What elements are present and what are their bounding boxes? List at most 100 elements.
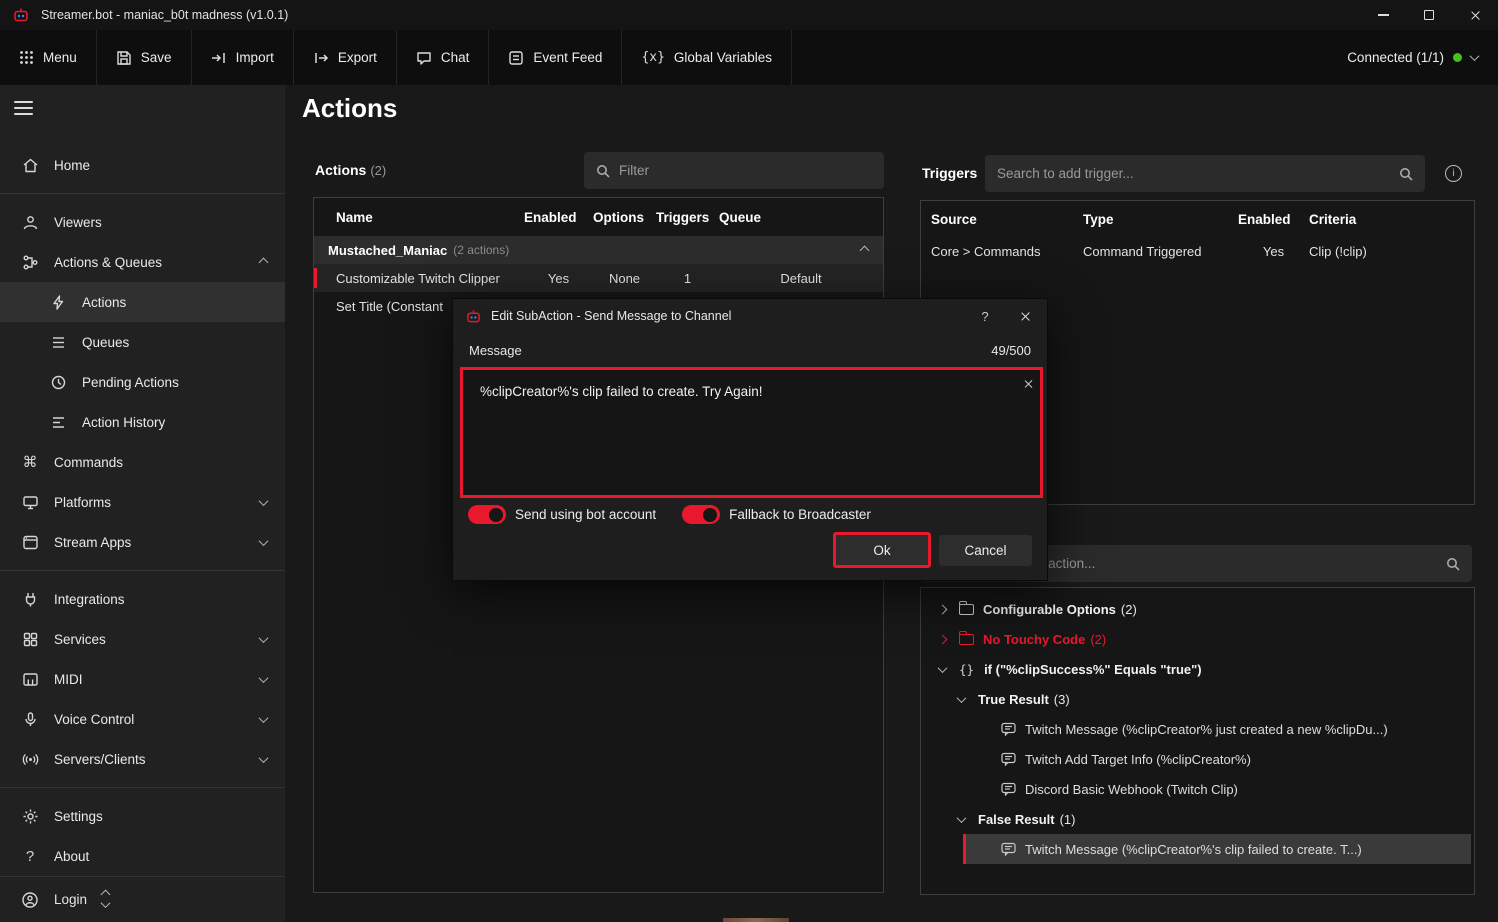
action-row[interactable]: Customizable Twitch Clipper Yes None 1 D…: [314, 264, 883, 292]
sidebar-item-actions[interactable]: Actions: [0, 282, 285, 322]
export-button[interactable]: Export: [294, 30, 397, 85]
trigger-source: Core > Commands: [931, 244, 1083, 259]
save-button[interactable]: Save: [97, 30, 192, 85]
tree-item-label: No Touchy Code: [983, 632, 1085, 647]
sidebar-item-label: Pending Actions: [82, 375, 267, 390]
close-icon: [1020, 311, 1031, 322]
send-bot-account-toggle[interactable]: [468, 505, 506, 524]
sidebar-item-viewers[interactable]: Viewers: [0, 202, 285, 242]
message-label: Message: [469, 343, 522, 358]
sidebar-item-settings[interactable]: Settings: [0, 796, 285, 836]
trigger-row[interactable]: Core > Commands Command Triggered Yes Cl…: [921, 237, 1474, 265]
trigger-search-input[interactable]: [997, 166, 1390, 181]
maximize-button[interactable]: [1406, 0, 1452, 30]
send-bot-account-label: Send using bot account: [515, 507, 656, 522]
menu-button[interactable]: Menu: [0, 30, 97, 85]
global-variables-button[interactable]: {x} Global Variables: [622, 30, 792, 85]
expand-icon: [102, 891, 109, 908]
message-row: Message 49/500: [469, 343, 1031, 358]
sidebar-item-pending-actions[interactable]: Pending Actions: [0, 362, 285, 402]
sidebar-collapse-button[interactable]: [14, 97, 33, 119]
sidebar-item-label: Stream Apps: [54, 535, 245, 550]
chat-icon: [416, 50, 432, 66]
trigger-enabled: Yes: [1238, 244, 1309, 259]
message-icon: [1001, 782, 1016, 796]
chat-button[interactable]: Chat: [397, 30, 490, 85]
triggers-table-header: Source Type Enabled Criteria: [921, 201, 1474, 237]
message-textarea[interactable]: %clipCreator%'s clip failed to create. T…: [460, 367, 1043, 498]
sidebar-item-login[interactable]: Login: [0, 876, 285, 922]
fallback-broadcaster-toggle[interactable]: [682, 505, 720, 524]
sidebar-item-voice-control[interactable]: Voice Control: [0, 699, 285, 739]
sidebar-item-midi[interactable]: MIDI: [0, 659, 285, 699]
sidebar-item-stream-apps[interactable]: Stream Apps: [0, 522, 285, 562]
ok-button[interactable]: Ok: [833, 532, 931, 568]
connection-status[interactable]: Connected (1/1): [1347, 30, 1498, 85]
save-icon: [116, 50, 132, 66]
folder-icon: [959, 634, 974, 645]
sidebar-item-home[interactable]: Home: [0, 145, 285, 185]
actions-filter-input[interactable]: [619, 163, 872, 178]
import-button[interactable]: Import: [192, 30, 294, 85]
save-label: Save: [141, 50, 172, 65]
tree-item-discord-webhook[interactable]: Discord Basic Webhook (Twitch Clip): [921, 774, 1474, 804]
cancel-button[interactable]: Cancel: [939, 535, 1032, 566]
commands-icon: ⌘: [21, 453, 39, 471]
dialog-toggles: Send using bot account Fallback to Broad…: [468, 505, 871, 524]
column-name: Name: [336, 210, 524, 225]
sidebar-item-label: Settings: [54, 809, 267, 824]
tree-item-if-condition[interactable]: {} if ("%clipSuccess%" Equals "true"): [921, 654, 1474, 684]
dialog-close-button[interactable]: [1003, 299, 1047, 333]
platforms-icon: [21, 493, 39, 511]
event-feed-label: Event Feed: [533, 50, 602, 65]
column-triggers: Triggers: [656, 210, 719, 225]
sidebar-item-label: Servers/Clients: [54, 752, 245, 767]
connection-status-dot: [1453, 53, 1462, 62]
braces-icon: {}: [959, 662, 974, 677]
sidebar-item-servers-clients[interactable]: Servers/Clients: [0, 739, 285, 779]
tree-item-configurable-options[interactable]: Configurable Options (2): [921, 594, 1474, 624]
tree-item-false-result[interactable]: False Result (1): [921, 804, 1474, 834]
sidebar-item-commands[interactable]: ⌘ Commands: [0, 442, 285, 482]
sidebar-divider: [0, 570, 285, 571]
sidebar-item-label: Services: [54, 632, 245, 647]
sidebar-item-action-history[interactable]: Action History: [0, 402, 285, 442]
app-logo-icon: [466, 309, 481, 324]
tree-item-twitch-add-target-info[interactable]: Twitch Add Target Info (%clipCreator%): [921, 744, 1474, 774]
minimize-button[interactable]: [1360, 0, 1406, 30]
action-history-icon: [49, 413, 67, 431]
sidebar-item-about[interactable]: ? About: [0, 836, 285, 876]
tree-item-no-touchy-code[interactable]: No Touchy Code (2): [921, 624, 1474, 654]
actions-filter: [584, 152, 884, 189]
chevron-down-icon: [259, 633, 269, 643]
close-button[interactable]: [1452, 0, 1498, 30]
tree-item-label: Twitch Add Target Info (%clipCreator%): [1025, 752, 1251, 767]
tree-item-true-result[interactable]: True Result (3): [921, 684, 1474, 714]
sidebar-item-integrations[interactable]: Integrations: [0, 579, 285, 619]
sidebar: Home Viewers Actions & Queues Actions Qu…: [0, 85, 285, 922]
sidebar-item-label: Queues: [82, 335, 267, 350]
tree-item-label: if ("%clipSuccess%" Equals "true"): [984, 662, 1202, 677]
event-feed-button[interactable]: Event Feed: [489, 30, 622, 85]
window-controls: [1360, 0, 1498, 30]
info-icon[interactable]: i: [1445, 165, 1462, 182]
minimize-icon: [1378, 14, 1389, 15]
search-icon: [596, 164, 610, 178]
column-options: Options: [593, 210, 656, 225]
action-group-header[interactable]: Mustached_Maniac (2 actions): [314, 236, 883, 264]
dialog-titlebar: Edit SubAction - Send Message to Channel…: [453, 299, 1047, 333]
action-options: None: [593, 271, 656, 286]
sidebar-item-actions-queues[interactable]: Actions & Queues: [0, 242, 285, 282]
tree-item-twitch-message[interactable]: Twitch Message (%clipCreator% just creat…: [921, 714, 1474, 744]
sidebar-item-queues[interactable]: Queues: [0, 322, 285, 362]
chevron-down-icon: [957, 813, 967, 823]
tree-item-twitch-message-selected[interactable]: Twitch Message (%clipCreator%'s clip fai…: [963, 834, 1471, 864]
toolbar: Menu Save Import Export Chat Event Feed …: [0, 30, 1498, 85]
search-icon: [1446, 557, 1460, 571]
help-button[interactable]: ?: [967, 299, 1003, 333]
tree-item-label: Twitch Message (%clipCreator%'s clip fai…: [1025, 842, 1362, 857]
sidebar-item-platforms[interactable]: Platforms: [0, 482, 285, 522]
tree-item-label: Discord Basic Webhook (Twitch Clip): [1025, 782, 1238, 797]
sidebar-item-services[interactable]: Services: [0, 619, 285, 659]
action-group-name: Mustached_Maniac: [328, 243, 447, 258]
